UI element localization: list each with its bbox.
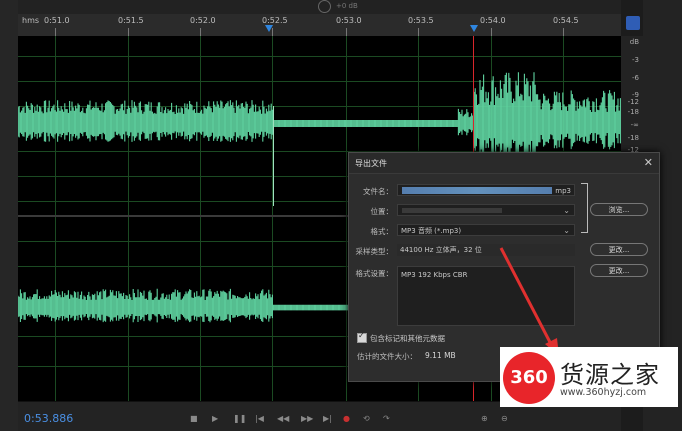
format-settings-label: 格式设置： [355,269,394,278]
format-dropdown[interactable]: MP3 音频 (*.mp3) ⌄ [397,224,575,236]
format-label: 格式： [370,227,394,236]
time-ruler[interactable]: hms 0:51.0 0:51.5 0:52.0 0:52.5 0:53.0 0… [18,14,621,37]
ruler-tick-label: 0:51.0 [44,16,70,25]
watermark-url: www.360hyzj.com [560,387,647,398]
fast-forward-icon[interactable]: ▶▶ [301,414,313,423]
location-label: 位置： [370,207,394,216]
waveform-path [18,72,621,163]
ruler-tick-label: 0:52.0 [190,16,216,25]
audio-editor-window: +0 dB hms 0:51.0 0:51.5 0:52.0 0:52.5 0:… [0,0,682,431]
format-value: MP3 音频 (*.mp3) [401,227,462,235]
skip-forward-icon[interactable]: ▶| [323,414,332,423]
db-label: -∞ [630,121,639,129]
chevron-down-icon: ⌄ [563,226,570,235]
ruler-tick-label: 0:54.0 [480,16,506,25]
ruler-tick-label: 0:53.5 [408,16,434,25]
record-icon[interactable]: ● [343,414,350,423]
filename-suffix: mp3 [555,187,571,195]
waveform-channel-left [18,72,621,163]
ruler-tick-label: 0:52.5 [262,16,288,25]
loop-icon[interactable]: ⟲ [363,414,370,423]
browse-button[interactable]: 浏览... [590,203,648,216]
watermark-360: 360 [510,367,548,388]
chevron-down-icon: ⌄ [563,206,570,215]
db-unit: dB [629,38,639,46]
skip-back-icon[interactable]: |◀ [255,414,264,423]
ruler-tick-label: 0:51.5 [118,16,144,25]
change-sample-type-button[interactable]: 更改... [590,243,648,256]
db-label: -6 [632,74,639,82]
dialog-title: 导出文件 [355,159,387,168]
filename-label: 文件名： [363,187,393,196]
volume-dial-icon[interactable] [318,0,331,13]
bracket-decoration [581,183,588,233]
change-format-settings-button[interactable]: 更改... [590,264,648,277]
play-icon[interactable]: ▶ [212,414,218,423]
playhead-marker-icon[interactable] [470,25,478,32]
volume-readout: +0 dB [336,2,358,10]
annotation-arrow-icon [499,247,559,356]
dialog-titlebar[interactable]: 导出文件 ✕ [349,153,659,174]
watermark-brand: 货源之家 [560,361,660,389]
ruler-tick-label: 0:53.0 [336,16,362,25]
ruler-tick-label: 0:54.5 [553,16,579,25]
filename-redacted [402,187,552,194]
skip-icon[interactable]: ↷ [383,414,390,423]
close-icon[interactable]: ✕ [644,156,653,169]
format-settings-value: MP3 192 Kbps CBR [401,271,468,279]
checkmark-icon: ✓ [358,331,365,340]
db-label: -12 [627,98,639,106]
selection-start-marker-icon[interactable] [265,25,273,32]
filename-input[interactable]: mp3 [397,184,575,196]
watermark-logo: 360 货源之家 www.360hyzj.com [500,347,678,407]
stop-icon[interactable]: ■ [190,414,198,423]
rewind-icon[interactable]: ◀◀ [277,414,289,423]
current-time-readout: 0:53.886 [24,412,74,425]
db-label: -18 [627,108,639,116]
db-label: -18 [627,134,639,142]
location-redacted [402,208,502,213]
left-panel-strip [0,0,19,431]
include-markers-label: 包含标记和其他元数据 [370,334,445,343]
zoom-scale-icon[interactable] [626,16,640,30]
zoom-in-icon[interactable]: ⊕ [481,414,488,423]
estimated-size-value: 9.11 MB [425,351,456,360]
sample-type-label: 采样类型： [355,247,394,256]
estimated-size-label: 估计的文件大小： [357,352,417,361]
zoom-out-icon[interactable]: ⊖ [501,414,508,423]
ruler-unit: hms [22,16,40,25]
location-dropdown[interactable]: ⌄ [397,204,575,216]
pause-icon[interactable]: ❚❚ [233,414,246,423]
top-toolbar: +0 dB [18,0,621,14]
edit-cursor [273,106,274,206]
db-label: -3 [632,56,639,64]
include-markers-checkbox[interactable]: ✓ [357,331,367,343]
